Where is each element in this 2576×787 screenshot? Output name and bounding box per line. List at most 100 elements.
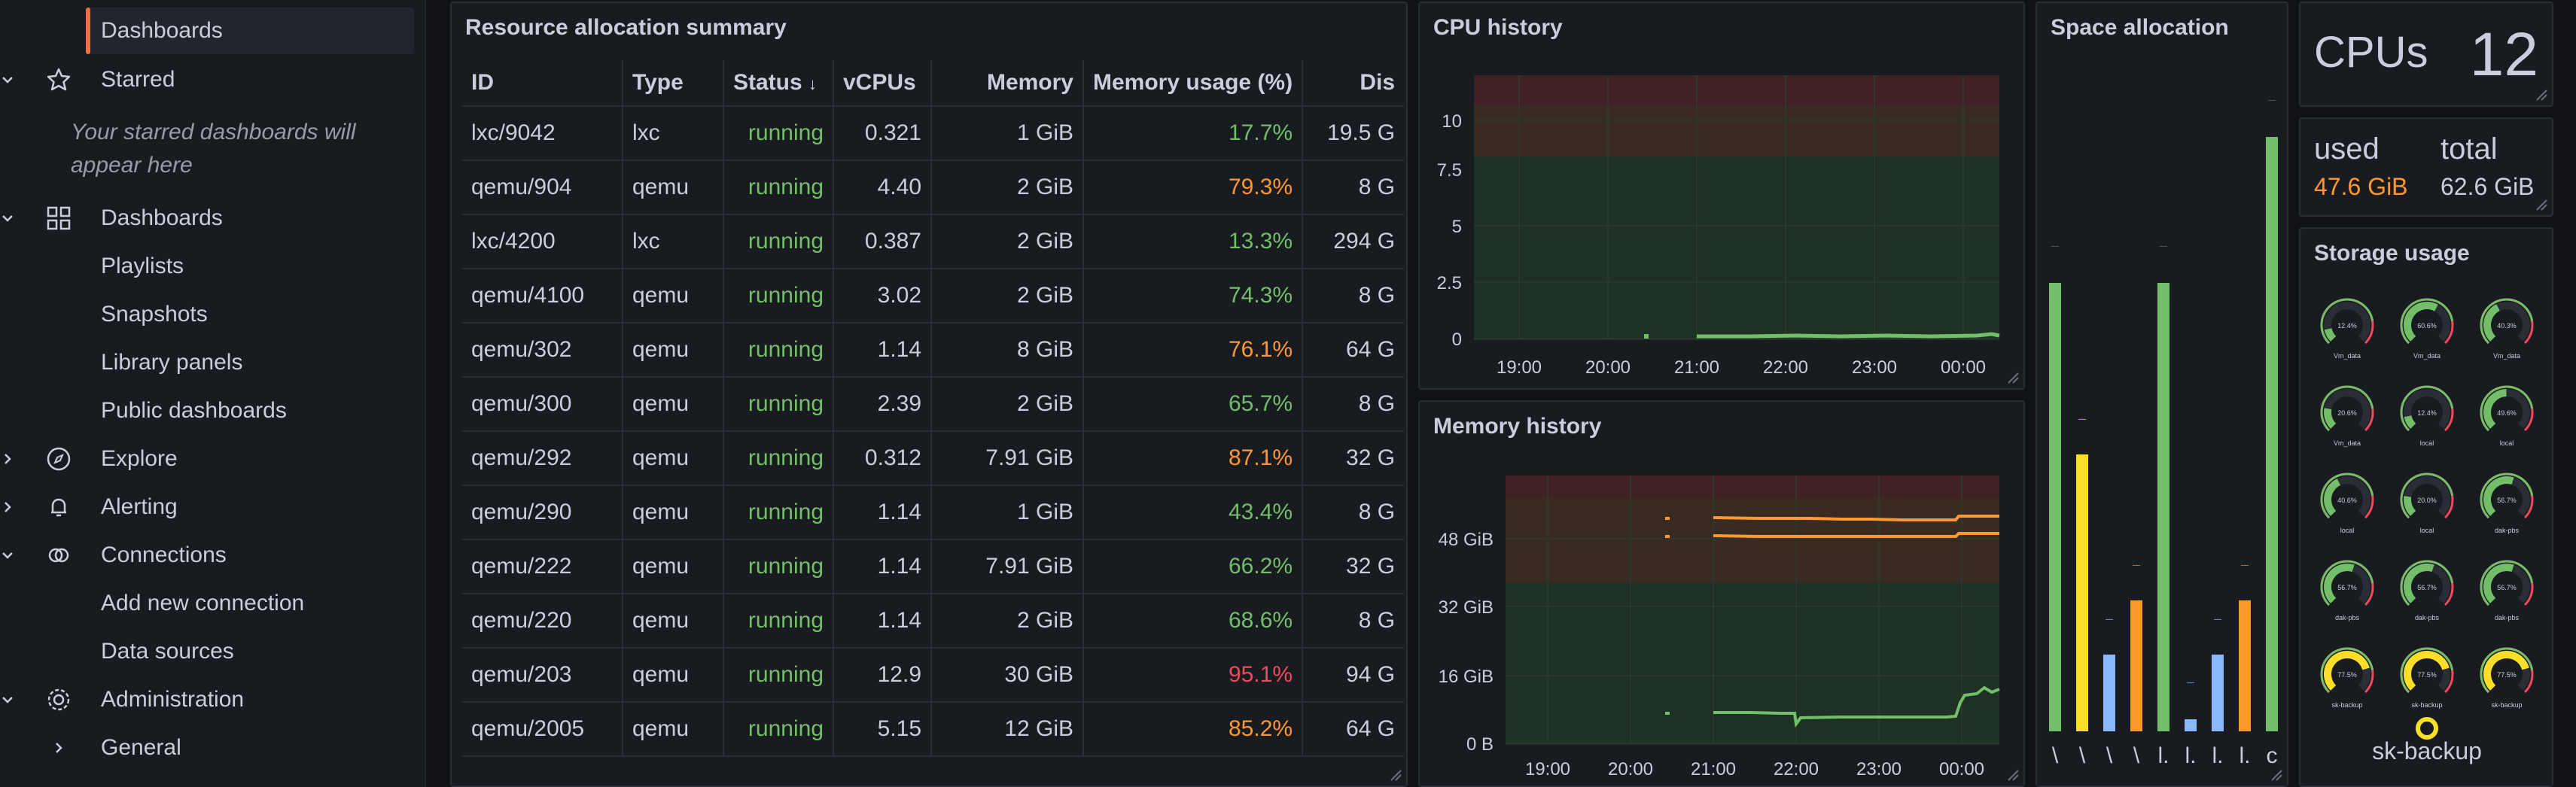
storage-gauge: 56.7% dak-pbs [2480,473,2534,534]
table-row[interactable]: lxc/4200 lxc running 0.387 2 GiB 13.3% 294 G [462,214,1405,269]
storage-gauge: 77.5% sk-backup [2320,647,2374,709]
cell-status: running [723,160,834,215]
storage-gauge: 56.7% dak-pbs [2480,560,2534,621]
sidebar-item-alerting[interactable]: Alerting [101,486,178,528]
resize-handle-icon[interactable] [2270,769,2282,781]
column-header-memory-usage[interactable]: Memory usage (%) [1083,60,1304,107]
sidebar-item-dashboards[interactable]: Dashboards [101,197,223,239]
table-row[interactable]: qemu/220 qemu running 1.14 2 GiB 68.6% 8 G [462,594,1405,649]
sidebar-item-library-panels[interactable]: Library panels [101,342,242,384]
cell-disk: 8 G [1302,594,1405,649]
cell-type: qemu [623,594,724,649]
cell-memory: 2 GiB [931,214,1084,269]
column-header-memory[interactable]: Memory [931,60,1084,107]
cell-disk: 19.5 G [1302,106,1405,161]
table-row[interactable]: qemu/292 qemu running 0.312 7.91 GiB 87.1% 32 … [462,431,1405,486]
threshold-band-red [1506,476,1999,498]
cell-id: qemu/300 [462,377,623,432]
sidebar-item-connections[interactable]: Connections [101,534,227,576]
resource-table: ID Type Status ↓ vCPUs Memory Memory usa… [462,60,1405,757]
cell-status: running [723,539,834,594]
cell-disk: 94 G [1302,648,1405,703]
table-row[interactable]: qemu/300 qemu running 2.39 2 GiB 65.7% 8 G [462,377,1405,432]
cell-memory: 7.91 GiB [931,431,1084,486]
memory-series-point [1665,535,1670,538]
threshold-band-green [1474,156,1999,340]
x-tick: \ [2133,743,2140,768]
gauge-value: 12.4% [2337,322,2357,330]
cell-vcpus: 0.312 [833,431,932,486]
gauge-value: 12.4% [2417,409,2437,417]
column-header-disk[interactable]: Dis [1302,60,1405,107]
used-label: used [2314,132,2380,166]
table-row[interactable]: qemu/222 qemu running 1.14 7.91 GiB 66.2% 32 G [462,539,1405,594]
gear-icon [44,685,74,715]
gauge-value: 56.7% [2497,497,2517,504]
sidebar-item-public-dashboards[interactable]: Public dashboards [101,390,287,432]
table-row[interactable]: qemu/203 qemu running 12.9 30 GiB 95.1% 94 G [462,648,1405,703]
y-tick: 0 B [1466,734,1494,755]
y-tick: 5 [1452,217,1462,237]
resize-handle-icon[interactable] [2535,89,2547,101]
chevron-down-icon[interactable] [0,203,23,233]
table-header-row: ID Type Status ↓ vCPUs Memory Memory usa… [462,60,1405,107]
column-header-status[interactable]: Status ↓ [723,60,834,107]
cell-vcpus: 1.14 [833,323,932,378]
bar-value-label: — [2160,242,2167,251]
table-row[interactable]: qemu/904 qemu running 4.40 2 GiB 79.3% 8 G [462,160,1405,215]
apps-grid-icon [44,203,74,233]
chevron-down-icon[interactable] [0,540,23,570]
table-row[interactable]: qemu/4100 qemu running 3.02 2 GiB 74.3% 8 G [462,269,1405,324]
table-row[interactable]: qemu/2005 qemu running 5.15 12 GiB 85.2% 64 G [462,702,1405,757]
total-label: total [2441,132,2498,166]
chevron-down-icon[interactable] [0,685,23,715]
x-tick: l. [2158,743,2170,768]
cell-status: running [723,377,834,432]
column-header-type[interactable]: Type [623,60,724,107]
chevron-right-icon[interactable] [0,444,23,474]
gauge-label: local [2500,439,2514,447]
storage-gauge: 20.0% local [2400,473,2454,534]
bar-value-label: — [2241,561,2249,570]
resize-handle-icon[interactable] [1390,769,1402,781]
resize-handle-icon[interactable] [2007,769,2019,781]
x-tick: 21:00 [1691,759,1736,779]
chevron-right-icon[interactable] [44,733,74,763]
cell-memory-usage: 87.1% [1083,431,1304,486]
cell-disk: 8 G [1302,485,1405,540]
x-tick: 19:00 [1525,759,1570,779]
sidebar-item-dashboards-active[interactable]: Dashboards [86,8,414,54]
cell-status: running [723,323,834,378]
memory-history-chart: 48 GiB 32 GiB 16 GiB 0 B 19:00 20:00 21:… [1439,476,2000,779]
storage-gauge: 56.7% dak-pbs [2400,560,2454,621]
sidebar-item-general[interactable]: General [101,727,181,769]
cell-memory: 8 GiB [931,323,1084,378]
sidebar-item-starred[interactable]: Starred [101,59,175,101]
table-row[interactable]: qemu/302 qemu running 1.14 8 GiB 76.1% 64 G [462,323,1405,378]
chevron-down-icon[interactable] [0,65,23,95]
sidebar-item-data-sources[interactable]: Data sources [101,631,234,673]
column-header-vcpus[interactable]: vCPUs [833,60,932,107]
table-row[interactable]: lxc/9042 lxc running 0.321 1 GiB 17.7% 19.5 G [462,106,1405,161]
sidebar-item-administration[interactable]: Administration [101,679,244,721]
table-row[interactable]: qemu/290 qemu running 1.14 1 GiB 43.4% 8 G [462,485,1405,540]
cell-memory-usage: 43.4% [1083,485,1304,540]
storage-gauge: 77.5% sk-backup [2480,647,2534,709]
resize-handle-icon[interactable] [2535,199,2547,211]
sidebar-item-label: Dashboards [101,205,223,230]
x-tick: 21:00 [1674,357,1719,378]
sidebar-item-add-new-connection[interactable]: Add new connection [101,582,304,624]
gauge-value: 20.0% [2417,497,2437,504]
bar-value-label: — [2078,415,2086,424]
sidebar-item-explore[interactable]: Explore [101,438,178,480]
sidebar-item-snapshots[interactable]: Snapshots [101,293,208,336]
column-header-id[interactable]: ID [462,60,623,107]
sidebar-item-label: Starred [101,67,175,92]
sidebar-item-playlists[interactable]: Playlists [101,245,184,287]
chevron-right-icon[interactable] [0,492,23,522]
resize-handle-icon[interactable] [2007,372,2019,384]
cell-status: running [723,431,834,486]
cell-memory-usage: 17.7% [1083,106,1304,161]
storage-gauges: 12.4%Vm_data60.6%Vm_data40.3%Vm_data20.6… [2320,298,2534,740]
cpu-series-point [1644,334,1649,339]
